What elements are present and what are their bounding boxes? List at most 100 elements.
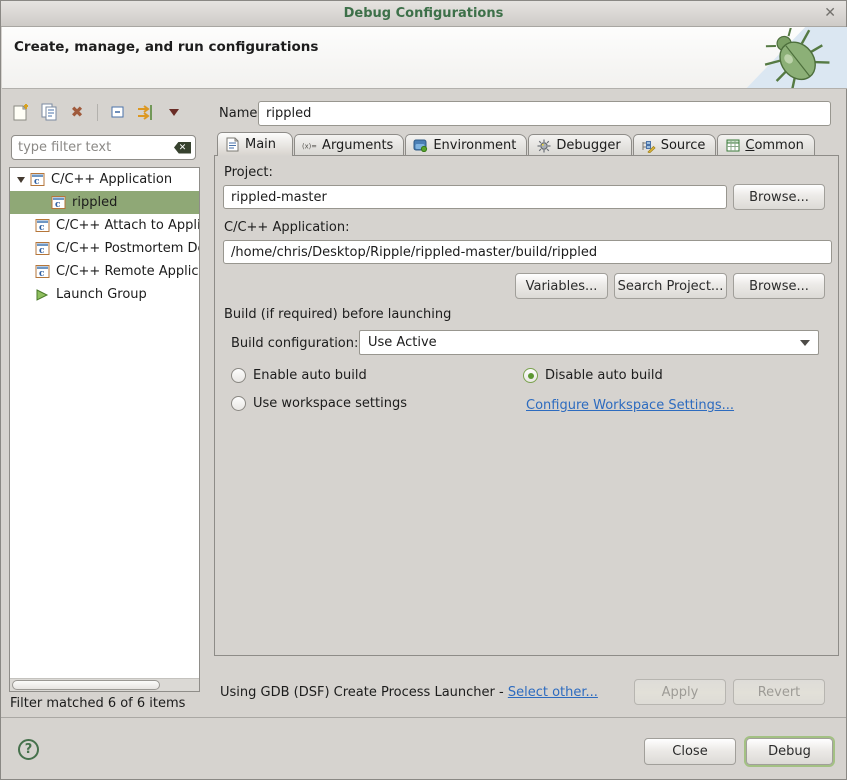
use-workspace-settings-label: Use workspace settings <box>253 396 407 411</box>
build-configuration-select[interactable]: Use Active <box>359 330 819 355</box>
apply-button[interactable]: Apply <box>634 679 726 705</box>
browse-application-button[interactable]: Browse... <box>733 273 825 299</box>
tab-source[interactable]: Source <box>633 134 717 156</box>
use-workspace-settings-radio[interactable]: Use workspace settings <box>231 396 407 411</box>
variables-button[interactable]: Variables... <box>515 273 608 299</box>
close-icon[interactable]: ✕ <box>824 5 836 21</box>
menu-dropdown-icon[interactable] <box>164 102 184 122</box>
radio-icon <box>231 368 246 383</box>
c-application-icon: c <box>51 195 67 210</box>
tab-arguments[interactable]: (x)= Arguments <box>294 134 404 156</box>
build-configuration-value: Use Active <box>368 335 437 350</box>
tree-item-label: C/C++ Remote Applicati <box>56 264 199 279</box>
debugger-tab-icon <box>536 139 551 153</box>
radio-icon <box>231 396 246 411</box>
svg-text:c: c <box>55 200 61 210</box>
tab-main[interactable]: Main <box>217 132 293 156</box>
browse-project-button[interactable]: Browse... <box>733 184 825 210</box>
duplicate-icon[interactable] <box>39 102 59 122</box>
tree-item-launch-group[interactable]: Launch Group <box>10 283 199 306</box>
disable-auto-build-radio[interactable]: Disable auto build <box>523 368 663 383</box>
tab-label: Common <box>745 138 804 153</box>
radio-icon <box>523 368 538 383</box>
scrollbar-thumb[interactable] <box>12 680 160 690</box>
filter-icon[interactable] <box>136 102 156 122</box>
project-label: Project: <box>224 165 273 180</box>
tree-horizontal-scrollbar[interactable] <box>10 678 199 691</box>
name-input[interactable] <box>258 101 831 126</box>
toolbar-separator <box>97 104 98 121</box>
filter-field: ✕ <box>11 135 196 160</box>
help-button[interactable]: ? <box>18 739 39 760</box>
configurations-toolbar: ✖ <box>11 100 184 124</box>
name-label: Name: <box>219 106 262 121</box>
tab-environment[interactable]: Environment <box>405 134 527 156</box>
launcher-text: Using GDB (DSF) Create Process Launcher … <box>220 685 508 700</box>
tab-label: Source <box>661 138 706 153</box>
svg-text:c: c <box>39 223 45 233</box>
svg-text:c: c <box>39 246 45 256</box>
tab-label: Arguments <box>322 138 393 153</box>
launcher-info: Using GDB (DSF) Create Process Launcher … <box>220 685 598 700</box>
configure-workspace-settings-link[interactable]: Configure Workspace Settings... <box>526 398 734 413</box>
tab-label: Main <box>245 137 276 152</box>
title-bar: Debug Configurations ✕ <box>1 1 846 27</box>
expand-collapse-arrow-icon[interactable] <box>17 177 25 183</box>
collapse-all-icon[interactable] <box>108 102 128 122</box>
c-application-icon: c <box>35 218 51 233</box>
tree-item-label: C/C++ Attach to Applica <box>56 218 199 233</box>
new-configuration-icon[interactable] <box>11 102 31 122</box>
tree-item-label: C/C++ Application <box>51 172 172 187</box>
svg-text:c: c <box>39 269 45 279</box>
window-title: Debug Configurations <box>344 6 504 21</box>
build-configuration-label: Build configuration: <box>231 336 358 351</box>
debug-configurations-dialog: Debug Configurations ✕ Create, manage, a… <box>0 0 847 780</box>
dialog-heading: Create, manage, and run configurations <box>14 39 318 55</box>
tree-item-label: rippled <box>72 195 117 210</box>
tree-item-c-c-remote-applicati[interactable]: c C/C++ Remote Applicati <box>10 260 199 283</box>
filter-input[interactable] <box>18 140 174 155</box>
close-button[interactable]: Close <box>644 738 736 765</box>
tree-item-rippled[interactable]: c rippled <box>10 191 199 214</box>
project-input[interactable] <box>223 185 727 209</box>
enable-auto-build-radio[interactable]: Enable auto build <box>231 368 367 383</box>
c-application-icon: c <box>35 264 51 279</box>
tab-debugger[interactable]: Debugger <box>528 134 631 156</box>
build-section-label: Build (if required) before launching <box>224 307 451 322</box>
configurations-tree: c C/C++ Application c rippled c C/C++ Attach … <box>9 167 200 692</box>
source-tab-icon <box>641 139 656 153</box>
select-other-link[interactable]: Select other... <box>508 685 598 700</box>
svg-text:c: c <box>34 177 40 187</box>
dialog-header: Create, manage, and run configurations <box>2 27 847 89</box>
application-label: C/C++ Application: <box>224 220 349 235</box>
environment-tab-icon <box>413 139 428 153</box>
tree-item-c-c-application[interactable]: c C/C++ Application <box>10 168 199 191</box>
tab-label: Environment <box>433 138 516 153</box>
tab-label: Debugger <box>556 138 620 153</box>
search-project-button[interactable]: Search Project... <box>614 273 727 299</box>
svg-text:(x)=: (x)= <box>302 142 317 150</box>
arguments-tab-icon: (x)= <box>302 139 317 153</box>
common-tab-icon <box>725 139 740 153</box>
tree-item-label: Launch Group <box>56 287 147 302</box>
tree-item-c-c-postmortem-debu[interactable]: c C/C++ Postmortem Debu <box>10 237 199 260</box>
debug-bug-icon <box>755 28 833 88</box>
disable-auto-build-label: Disable auto build <box>545 368 663 383</box>
main-tab-icon <box>225 138 240 152</box>
footer-separator <box>1 717 846 718</box>
revert-button[interactable]: Revert <box>733 679 825 705</box>
main-tab-panel: Project: Browse... C/C++ Application: Va… <box>214 155 839 656</box>
chevron-down-icon <box>800 340 810 346</box>
tab-common[interactable]: Common <box>717 134 815 156</box>
enable-auto-build-label: Enable auto build <box>253 368 367 383</box>
tree-item-c-c-attach-to-applica[interactable]: c C/C++ Attach to Applica <box>10 214 199 237</box>
c-application-icon: c <box>30 172 46 187</box>
delete-icon[interactable]: ✖ <box>67 102 87 122</box>
debug-button[interactable]: Debug <box>746 738 833 765</box>
filter-match-status: Filter matched 6 of 6 items <box>10 696 185 711</box>
clear-filter-icon[interactable]: ✕ <box>174 142 191 154</box>
application-input[interactable] <box>223 240 832 264</box>
tree-item-label: C/C++ Postmortem Debu <box>56 241 199 256</box>
launch-group-icon <box>35 287 51 302</box>
configuration-tabs: Main (x)= Arguments Environment Debugger Sour… <box>217 133 816 156</box>
